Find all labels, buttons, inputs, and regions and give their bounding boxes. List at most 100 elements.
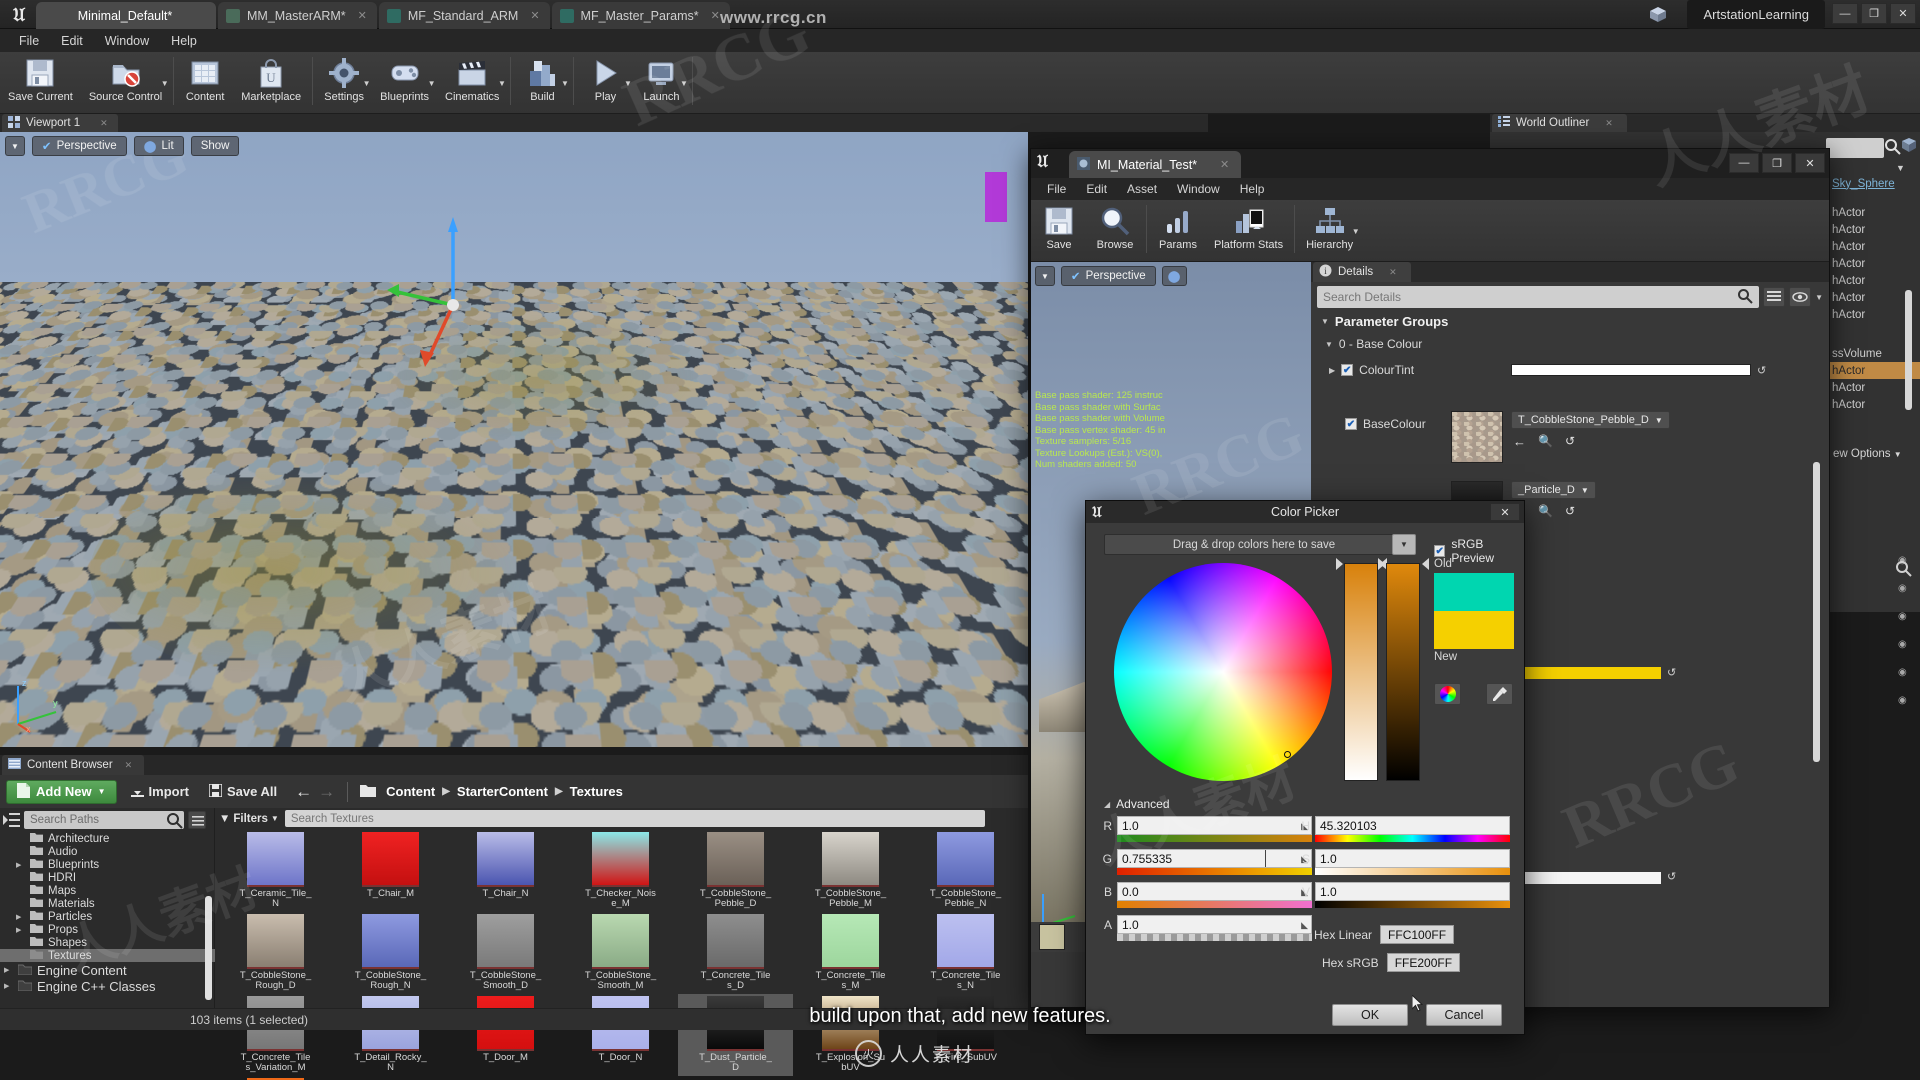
window-maximize-button[interactable]: ❐	[1762, 153, 1792, 173]
saturation-slider[interactable]	[1344, 563, 1378, 781]
field-input[interactable]: 0.755335 ◣	[1117, 849, 1312, 868]
source-tree-item[interactable]: ▶ Particles	[0, 910, 215, 923]
new-color-swatch[interactable]	[1434, 611, 1514, 649]
material-toolbar-save[interactable]: Save	[1031, 200, 1087, 262]
hex-srgb-input[interactable]: FFE200FF	[1386, 953, 1461, 972]
source-tree-item[interactable]: ▶ Engine C++ Classes	[0, 978, 215, 994]
menu-item-window[interactable]: Window	[94, 32, 160, 50]
world-outliner-column-caret[interactable]: ▼	[1896, 163, 1905, 173]
expand-arrow-icon[interactable]: ▶	[4, 966, 13, 974]
save-all-button[interactable]: Save All	[203, 782, 283, 800]
material-toolbar-platform-stats[interactable]: Platform Stats	[1206, 200, 1291, 262]
search-icon[interactable]	[1884, 138, 1902, 161]
preview-lit-button[interactable]: ⬤	[1161, 266, 1187, 286]
asset-tile[interactable]: T_Chair_M	[333, 830, 448, 912]
source-tree-item[interactable]: Maps	[0, 884, 215, 897]
chevron-down-icon[interactable]: ▼	[622, 78, 633, 89]
outliner-row[interactable]: hActor	[1830, 238, 1920, 255]
asset-tile[interactable]: T_CobbleStone_Smooth_D	[448, 912, 563, 994]
preview-options-button[interactable]: ▼	[1035, 266, 1055, 286]
search-paths-input[interactable]: Search Paths	[24, 811, 184, 829]
close-icon[interactable]: ✕	[711, 9, 720, 22]
viewport-options-button[interactable]: ▼	[5, 136, 25, 156]
slider2-marker-left[interactable]	[1378, 558, 1385, 570]
collapse-sources-icon[interactable]	[3, 812, 21, 828]
color-wheel[interactable]	[1114, 563, 1332, 781]
outliner-row[interactable]: Sky_Sphere	[1830, 175, 1920, 192]
field-input[interactable]: 1.0 ◣	[1117, 816, 1312, 835]
browse-icon[interactable]: 🔍	[1538, 434, 1553, 449]
field-gradient[interactable]	[1315, 868, 1510, 875]
breadcrumb-item-2[interactable]: Textures	[570, 784, 623, 799]
texture-thumbnail[interactable]	[1451, 411, 1503, 463]
asset-tile[interactable]: T_Checker_Noise_M	[563, 830, 678, 912]
preview-camera-mode-button[interactable]: ✔ Perspective	[1060, 266, 1156, 286]
texture-asset-picker[interactable]: T_CobbleStone_Pebble_D ▼	[1511, 411, 1670, 429]
chevron-down-icon[interactable]: ▼	[559, 78, 570, 89]
level-viewport-render[interactable]: z y x ▼ ✔ Perspective ⬤ Lit Show	[0, 132, 1028, 747]
window-minimize-button[interactable]: —	[1729, 153, 1759, 173]
reset-icon[interactable]: ↺	[1565, 504, 1575, 519]
field-input[interactable]: 1.0 ◣	[1117, 915, 1312, 934]
asset-tile[interactable]: T_Concrete_Tiles_M	[793, 912, 908, 994]
preview-thumbnail-button[interactable]	[1039, 924, 1065, 950]
world-outliner-search[interactable]	[1826, 138, 1884, 158]
outliner-row[interactable]: hActor	[1830, 204, 1920, 221]
slider2-marker-right[interactable]	[1422, 558, 1429, 570]
chevron-down-icon[interactable]: ▼	[1350, 226, 1361, 237]
add-new-button[interactable]: Add New ▼	[6, 779, 117, 804]
texture-asset-picker-2[interactable]: _Particle_D ▼	[1511, 481, 1596, 499]
asset-tile[interactable]: T_Concrete_Tiles_N	[908, 912, 1023, 994]
tab-content-browser[interactable]: Content Browser ✕	[2, 755, 145, 775]
chevron-down-icon[interactable]: ▼	[159, 78, 170, 89]
asset-tile[interactable]: T_Chair_N	[448, 830, 563, 912]
parameter-groups-header[interactable]: ▼ Parameter Groups	[1311, 308, 1829, 333]
expand-arrow-icon[interactable]: ▶	[16, 913, 25, 921]
menu-item-help[interactable]: Help	[160, 32, 208, 50]
hex-linear-input[interactable]: FFC100FF	[1380, 925, 1455, 944]
chevron-down-icon[interactable]: ▼	[426, 78, 437, 89]
window-close-button[interactable]: ✕	[1890, 3, 1916, 24]
saved-colors-dropdown-button[interactable]: ▼	[1392, 534, 1416, 555]
close-icon[interactable]: ✕	[1220, 158, 1229, 171]
window-minimize-button[interactable]: —	[1832, 3, 1858, 24]
asset-tile[interactable]: T_CobbleStone_Rough_D	[218, 912, 333, 994]
param-checkbox[interactable]: ✔	[1341, 364, 1354, 376]
srgb-checkbox[interactable]: ✔	[1434, 545, 1446, 557]
source-tree-item[interactable]: ▶ Props	[0, 923, 215, 936]
close-icon[interactable]: ✕	[358, 9, 367, 22]
tab-world-outliner[interactable]: World Outliner ✕	[1492, 114, 1627, 132]
old-color-swatch[interactable]	[1434, 573, 1514, 611]
value-slider[interactable]	[1386, 563, 1420, 781]
browse-icon[interactable]: 🔍	[1538, 504, 1553, 519]
field-gradient[interactable]	[1315, 901, 1510, 908]
source-tree-item[interactable]: Materials	[0, 897, 215, 910]
editor-tab-3[interactable]: MF_Master_Params* ✕	[551, 2, 730, 29]
close-icon[interactable]: ✕	[1605, 118, 1613, 129]
asset-tile[interactable]: T_Ceramic_Tile_N	[218, 830, 333, 912]
close-icon[interactable]: ✕	[100, 118, 108, 129]
import-button[interactable]: Import	[125, 783, 195, 800]
sources-scrollbar[interactable]	[205, 896, 212, 1000]
expand-arrow-icon[interactable]: ▶	[16, 861, 25, 869]
nav-back-icon[interactable]: ←	[295, 782, 312, 802]
chevron-down-icon[interactable]: ▼	[678, 78, 689, 89]
details-scrollbar[interactable]	[1813, 462, 1820, 762]
material-toolbar-hierarchy[interactable]: Hierarchy ▼	[1298, 200, 1361, 262]
color-wheel-icon[interactable]	[1434, 683, 1461, 705]
breadcrumb-item-1[interactable]: StarterContent	[457, 784, 548, 799]
asset-tile[interactable]: T_CobbleStone_Smooth_M	[563, 912, 678, 994]
param-checkbox[interactable]: ✔	[1345, 418, 1357, 430]
toolbar-content[interactable]: Content	[177, 52, 233, 114]
window-maximize-button[interactable]: ❐	[1861, 3, 1887, 24]
world-outliner-view-options[interactable]: ew Options ▼	[1833, 448, 1902, 460]
material-menu-edit[interactable]: Edit	[1076, 180, 1117, 198]
window-close-button[interactable]: ✕	[1795, 153, 1825, 173]
details-list-view-icon[interactable]	[1763, 287, 1786, 307]
advanced-section-header[interactable]: ◢ Advanced	[1104, 797, 1170, 811]
triangle-right-icon[interactable]: ▶	[1329, 366, 1335, 375]
source-tree-item[interactable]: Architecture	[0, 832, 215, 845]
tab-viewport-1[interactable]: Viewport 1 ✕	[2, 114, 118, 132]
asset-tile[interactable]: T_CobbleStone_Pebble_N	[908, 830, 1023, 912]
spinner-icon[interactable]: ◣	[1301, 920, 1308, 931]
